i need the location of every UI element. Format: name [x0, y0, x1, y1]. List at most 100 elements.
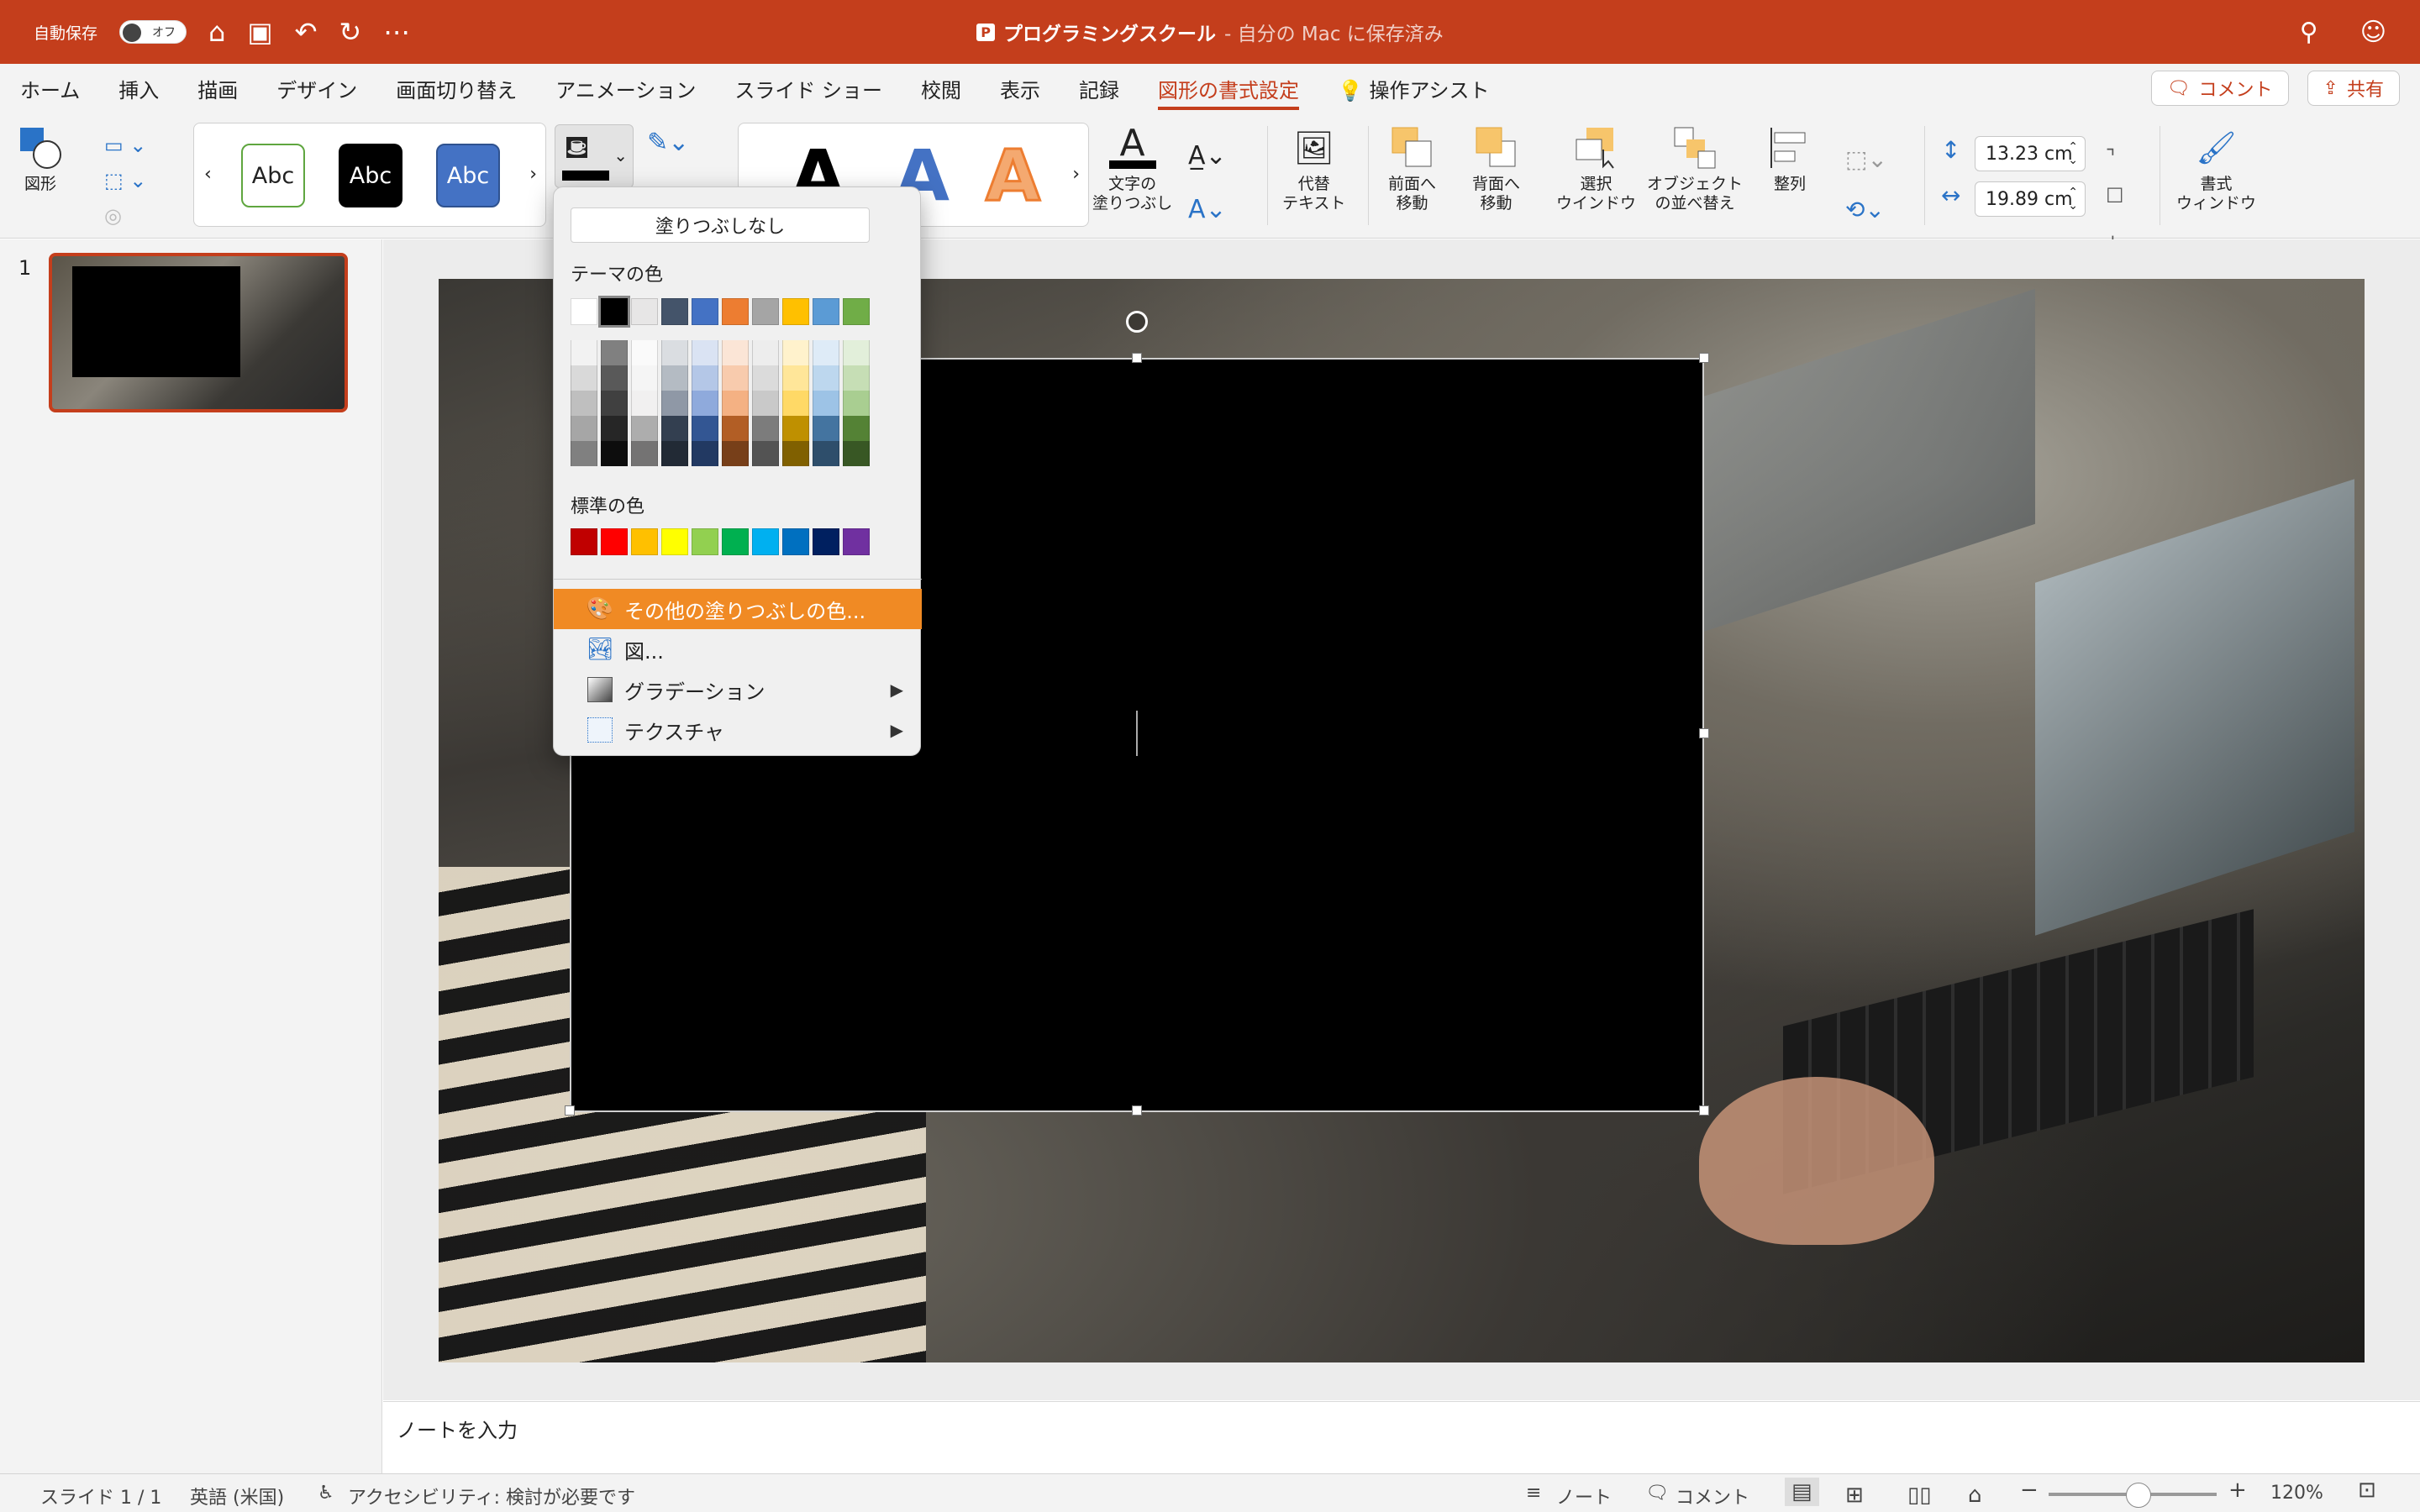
- more-fill-colors-item[interactable]: 🎨 その他の塗りつぶしの色...: [554, 589, 922, 629]
- shade-swatch[interactable]: [601, 365, 628, 391]
- shade-swatch[interactable]: [631, 365, 658, 391]
- shade-swatch[interactable]: [843, 340, 870, 365]
- slideshow-icon[interactable]: ⌂: [1968, 1483, 1982, 1508]
- shade-swatch[interactable]: [692, 391, 718, 416]
- share-button[interactable]: ⇪ 共有: [2307, 71, 2400, 106]
- shade-swatch[interactable]: [571, 416, 597, 441]
- shade-swatch[interactable]: [692, 365, 718, 391]
- standard-color-swatch[interactable]: [813, 528, 839, 555]
- text-effects-icon[interactable]: A⌄: [1188, 195, 1227, 224]
- theme-color-swatch[interactable]: [813, 298, 839, 325]
- shape-style-gallery[interactable]: ‹ Abc Abc Abc ›: [193, 123, 546, 227]
- group-icon[interactable]: ⬚⌄: [1845, 145, 1887, 173]
- status-notes-button[interactable]: ノート: [1556, 1483, 1612, 1509]
- shade-swatch[interactable]: [722, 340, 749, 365]
- rotate-handle-icon[interactable]: [1126, 311, 1148, 333]
- accessibility-icon[interactable]: ♿: [318, 1483, 334, 1504]
- shade-swatch[interactable]: [601, 441, 628, 466]
- slide-thumbnail[interactable]: [49, 253, 348, 412]
- shade-swatch[interactable]: [813, 441, 839, 466]
- gallery-prev-icon[interactable]: ‹: [204, 164, 212, 185]
- shade-swatch[interactable]: [631, 340, 658, 365]
- shade-swatch[interactable]: [752, 340, 779, 365]
- shade-swatch[interactable]: [843, 391, 870, 416]
- fit-slide-icon[interactable]: ⊡: [2358, 1478, 2376, 1503]
- tab-3[interactable]: デザイン: [276, 74, 357, 103]
- shade-swatch[interactable]: [752, 391, 779, 416]
- theme-color-swatch[interactable]: [571, 298, 597, 325]
- shade-swatch[interactable]: [843, 365, 870, 391]
- shape-outline-icon[interactable]: ✎⌄: [647, 128, 689, 157]
- resize-handle-br[interactable]: [1699, 1105, 1709, 1116]
- theme-color-swatch[interactable]: [692, 298, 718, 325]
- shape-tools[interactable]: ▭ ⌄ ⬚ ⌄ ◎: [104, 128, 146, 234]
- tab-1[interactable]: 挿入: [118, 74, 159, 103]
- standard-color-swatch[interactable]: [782, 528, 809, 555]
- no-fill-button[interactable]: 塗りつぶしなし: [571, 207, 870, 243]
- shade-swatch[interactable]: [571, 340, 597, 365]
- texture-fill-item[interactable]: テクスチャ ▶: [554, 710, 922, 750]
- shape-fill-button[interactable]: ⛾ ⌄: [555, 124, 634, 188]
- shade-swatch[interactable]: [661, 391, 688, 416]
- gradient-fill-item[interactable]: グラデーション ▶: [554, 669, 922, 710]
- theme-color-swatch[interactable]: [782, 298, 809, 325]
- tell-me-assist[interactable]: 💡 操作アシスト: [1338, 74, 1490, 103]
- shade-swatch[interactable]: [782, 340, 809, 365]
- standard-color-swatch[interactable]: [601, 528, 628, 555]
- shade-swatch[interactable]: [571, 365, 597, 391]
- theme-color-swatch[interactable]: [722, 298, 749, 325]
- shade-swatch[interactable]: [601, 391, 628, 416]
- height-stepper-icon[interactable]: ⌃ ⌄: [2068, 140, 2078, 167]
- notes-icon[interactable]: ≡: [1526, 1483, 1541, 1504]
- shade-swatch[interactable]: [601, 340, 628, 365]
- standard-color-swatch[interactable]: [752, 528, 779, 555]
- tab-6[interactable]: スライド ショー: [734, 74, 882, 103]
- status-language[interactable]: 英語 (米国): [190, 1483, 284, 1509]
- bring-forward-button[interactable]: 前面へ 移動: [1388, 124, 1436, 213]
- wordart-next-icon[interactable]: ›: [1072, 164, 1080, 185]
- normal-view-icon[interactable]: ▤: [1785, 1478, 1819, 1506]
- rotate-icon[interactable]: ⟲⌄: [1845, 196, 1885, 223]
- shade-swatch[interactable]: [661, 416, 688, 441]
- format-pane-button[interactable]: 🖌 書式 ウィンドウ: [2176, 124, 2256, 213]
- account-icon[interactable]: ☺: [2360, 18, 2386, 47]
- style-blue[interactable]: Abc: [436, 144, 500, 207]
- theme-color-swatch[interactable]: [631, 298, 658, 325]
- theme-color-swatch[interactable]: [661, 298, 688, 325]
- standard-color-swatch[interactable]: [631, 528, 658, 555]
- text-outline-effects[interactable]: A̲⌄ A⌄: [1188, 129, 1227, 237]
- shade-swatch[interactable]: [631, 441, 658, 466]
- reading-view-icon[interactable]: ▯▯: [1907, 1483, 1932, 1508]
- shade-swatch[interactable]: [631, 391, 658, 416]
- shape-width-field[interactable]: 19.89 cm ⌃ ⌄: [1975, 181, 2086, 217]
- tab-5[interactable]: アニメーション: [555, 74, 696, 103]
- resize-handle-t[interactable]: [1132, 353, 1142, 363]
- theme-color-swatch[interactable]: [598, 296, 630, 328]
- shade-swatch[interactable]: [782, 416, 809, 441]
- shade-swatch[interactable]: [752, 365, 779, 391]
- shade-swatch[interactable]: [571, 391, 597, 416]
- shade-swatch[interactable]: [692, 441, 718, 466]
- zoom-out-icon[interactable]: −: [2020, 1478, 2039, 1503]
- shade-swatch[interactable]: [722, 365, 749, 391]
- shade-swatch[interactable]: [661, 441, 688, 466]
- standard-color-swatch[interactable]: [661, 528, 688, 555]
- selection-pane-button[interactable]: 選択 ウインドウ: [1556, 124, 1636, 213]
- shade-swatch[interactable]: [782, 365, 809, 391]
- status-comments-button[interactable]: コメント: [1676, 1483, 1749, 1509]
- alt-text-button[interactable]: 🖼 代替 テキスト: [1282, 124, 1345, 213]
- shade-swatch[interactable]: [692, 416, 718, 441]
- tab-8[interactable]: 表示: [1000, 74, 1040, 103]
- notes-pane[interactable]: ノートを入力: [383, 1401, 2420, 1473]
- style-outline[interactable]: Abc: [241, 144, 305, 207]
- reorder-objects-button[interactable]: オブジェクト の並べ替え: [1647, 124, 1743, 213]
- gallery-next-icon[interactable]: ›: [529, 164, 537, 185]
- send-backward-button[interactable]: 背面へ 移動: [1472, 124, 1520, 213]
- shade-swatch[interactable]: [722, 391, 749, 416]
- shade-swatch[interactable]: [631, 416, 658, 441]
- tab-7[interactable]: 校閲: [921, 74, 961, 103]
- standard-color-swatch[interactable]: [843, 528, 870, 555]
- shade-swatch[interactable]: [813, 391, 839, 416]
- align-button[interactable]: 整列: [1766, 124, 1813, 194]
- resize-handle-tr[interactable]: [1699, 353, 1709, 363]
